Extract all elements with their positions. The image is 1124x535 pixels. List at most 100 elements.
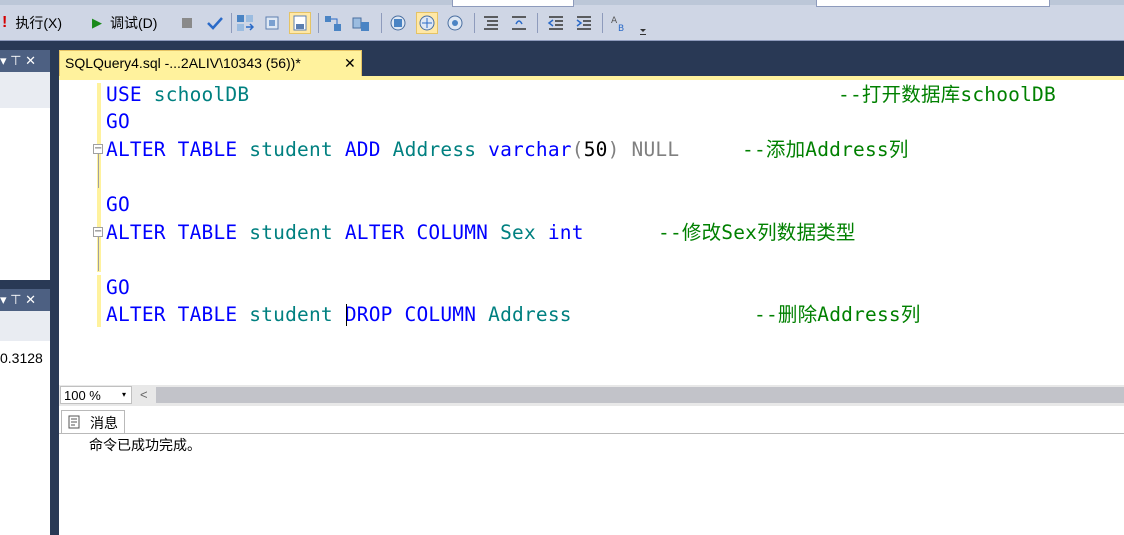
code-comment: --修改Sex列数据类型 (658, 221, 856, 244)
code-token: varchar (488, 138, 572, 161)
scroll-left-icon[interactable]: < (140, 387, 148, 402)
decrease-indent-button[interactable] (545, 12, 567, 34)
check-icon (207, 17, 223, 30)
live-icon (419, 15, 435, 31)
code-line: GO (106, 193, 130, 217)
tab-sqlquery4[interactable]: SQLQuery4.sql -...2ALIV\10343 (56))* ✕ (59, 50, 362, 76)
panel-controls-lower[interactable]: ▾ ⊤ ✕ (0, 292, 36, 308)
parse-button[interactable] (204, 12, 226, 34)
comment-lines-icon (484, 16, 498, 30)
change-marker (97, 275, 101, 327)
client-stats-button[interactable] (322, 12, 344, 34)
query-options-button[interactable] (444, 12, 466, 34)
include-plan-button[interactable] (387, 12, 409, 34)
code-comment: --打开数据库schoolDB (838, 83, 1056, 106)
execute-icon: ! (2, 14, 8, 31)
code-token: GO (106, 193, 130, 216)
code-token: NULL (631, 138, 680, 161)
fold-guide (98, 237, 99, 271)
chevron-down-icon: ▾ (122, 390, 127, 399)
code-token: Sex (500, 221, 536, 244)
horizontal-scrollbar[interactable] (156, 387, 1124, 403)
plan-icon (265, 16, 279, 30)
left-panel-upper-content (0, 108, 50, 280)
live-stats-button[interactable] (416, 12, 438, 34)
toolbar-overflow-button[interactable] (638, 16, 648, 36)
debug-button[interactable]: ▶ 调试(D) (92, 11, 157, 35)
increase-indent-button[interactable] (573, 12, 595, 34)
code-token: 50 (583, 138, 608, 161)
uncomment-lines-icon (512, 16, 526, 30)
stats-icon (325, 16, 341, 31)
code-token: USE (106, 83, 142, 106)
left-panel-lower-content: 0.3128 (0, 341, 50, 535)
code-token: ALTER TABLE (106, 138, 238, 161)
code-token: ( (571, 138, 584, 161)
code-token: ADD (344, 138, 381, 161)
code-token: GO (106, 276, 130, 299)
io-stats-button[interactable] (350, 12, 372, 34)
stop-button[interactable] (176, 12, 198, 34)
code-line: GO (106, 110, 130, 134)
property-value: 0.3128 (0, 350, 43, 366)
code-token: Address (488, 303, 572, 326)
code-line: ALTER TABLE student ALTER COLUMN Sex int (106, 221, 584, 245)
svg-text:A: A (611, 16, 618, 26)
collapse-icon[interactable]: − (93, 227, 103, 237)
code-token: student (249, 303, 333, 326)
zoom-select[interactable]: 100 % ▾ (60, 386, 132, 404)
code-line: USE schoolDB (106, 83, 249, 107)
message-text: 命令已成功完成。 (89, 438, 201, 454)
left-panel-header-upper: ▾ ⊤ ✕ (0, 50, 50, 72)
left-panel-header-lower: ▾ ⊤ ✕ (0, 289, 50, 311)
zoom-value: 100 % (64, 388, 101, 403)
toolbar-combo-2[interactable] (816, 0, 1050, 7)
code-token: Address (392, 138, 477, 161)
code-comment: --添加Address列 (742, 138, 909, 161)
io-icon (352, 17, 369, 31)
code-token: student (249, 138, 333, 161)
chevron-down-icon (640, 29, 646, 35)
messages-pane (59, 406, 1124, 535)
collapse-icon[interactable]: − (93, 144, 103, 154)
results-to-button[interactable] (234, 12, 256, 34)
execute-button[interactable]: ! 执行(X) (2, 11, 62, 35)
save-results-button[interactable] (289, 12, 311, 34)
stop-icon (182, 18, 192, 28)
display-plan-button[interactable] (262, 12, 284, 34)
toolbar-combo-1[interactable] (452, 0, 574, 7)
document-icon (293, 15, 307, 31)
code-token: student (249, 221, 333, 244)
execute-label: 执行(X) (15, 15, 62, 31)
specify-values-button[interactable]: AB (608, 12, 630, 34)
comment-button[interactable] (480, 12, 502, 34)
options-icon (447, 15, 463, 31)
code-token: int (547, 221, 584, 244)
close-icon[interactable]: ✕ (344, 55, 356, 72)
uncomment-button[interactable] (508, 12, 530, 34)
panel-controls-upper[interactable]: ▾ ⊤ ✕ (0, 53, 36, 69)
code-token: ALTER TABLE (106, 303, 238, 326)
results-grid-icon (237, 15, 254, 31)
tab-messages[interactable]: 消息 (61, 410, 125, 433)
code-token: GO (106, 110, 130, 133)
outdent-icon (547, 16, 563, 30)
code-line: ALTER TABLE student ADD Address varchar(… (106, 138, 679, 162)
code-line: GO (106, 276, 130, 300)
left-panel-lower-toolbar (0, 311, 50, 341)
code-line: ALTER TABLE student DROP COLUMN Address (106, 303, 572, 327)
messages-tab-label: 消息 (90, 415, 118, 431)
toolbar: ! 执行(X) ▶ 调试(D) A B (0, 0, 1124, 41)
messages-icon (68, 415, 82, 432)
